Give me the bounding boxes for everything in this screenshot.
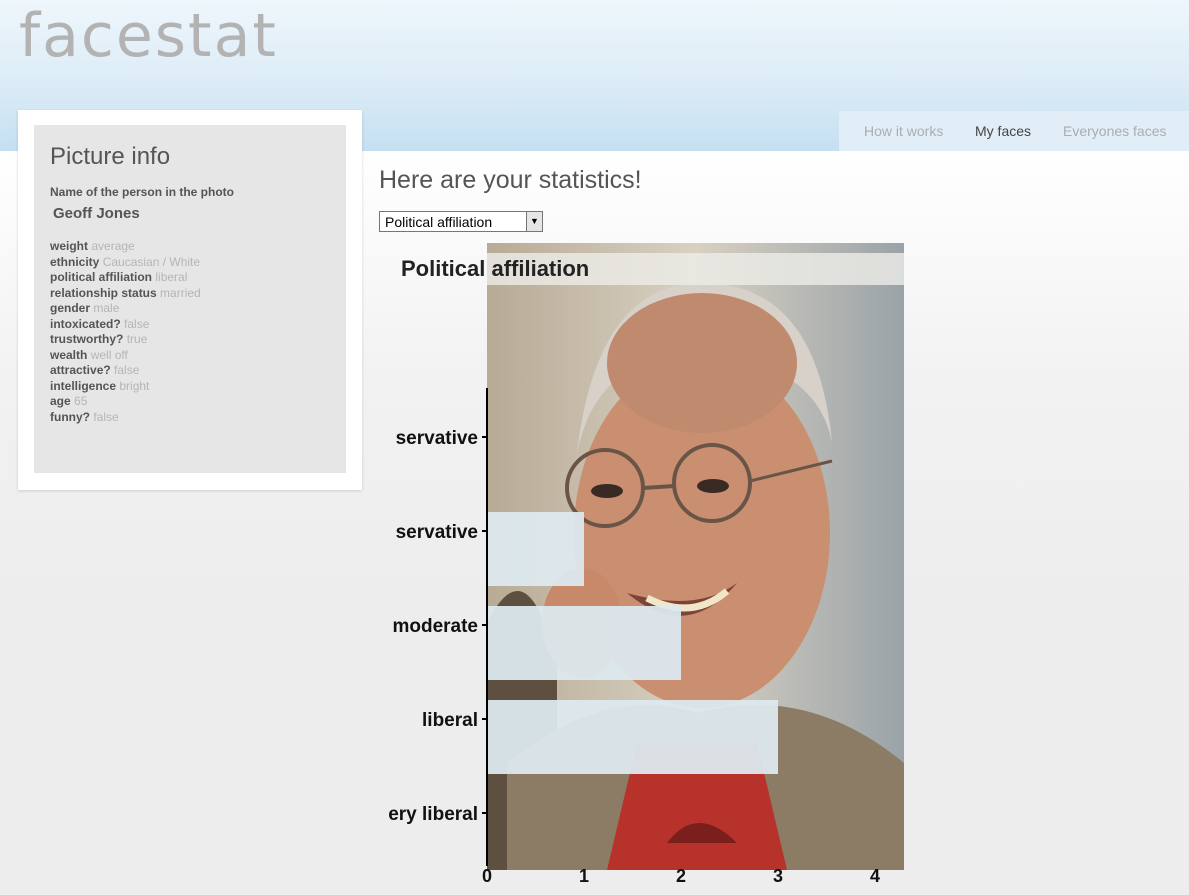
chart-bars [487,512,778,774]
x-tick-label: 0 [482,866,492,886]
chart-bar [487,700,778,774]
x-tick-label: 4 [870,866,880,886]
chart-x-labels: 0 1 2 3 4 [482,866,880,886]
chart-title: Political affiliation [401,256,589,281]
chart-bar [487,606,681,680]
chart-y-labels: servative servative moderate liberal ery lib… [388,428,487,825]
y-tick-label: servative [396,522,478,543]
y-tick-label: ery liberal [388,804,478,825]
y-tick-label: servative [396,428,478,449]
y-tick-label: liberal [422,710,478,731]
chart-bar [487,512,584,586]
y-tick-label: moderate [392,616,478,637]
political-affiliation-chart: Political affiliation servativeservative… [388,253,904,886]
x-tick-label: 1 [579,866,589,886]
x-tick-label: 2 [676,866,686,886]
x-tick-label: 3 [773,866,783,886]
